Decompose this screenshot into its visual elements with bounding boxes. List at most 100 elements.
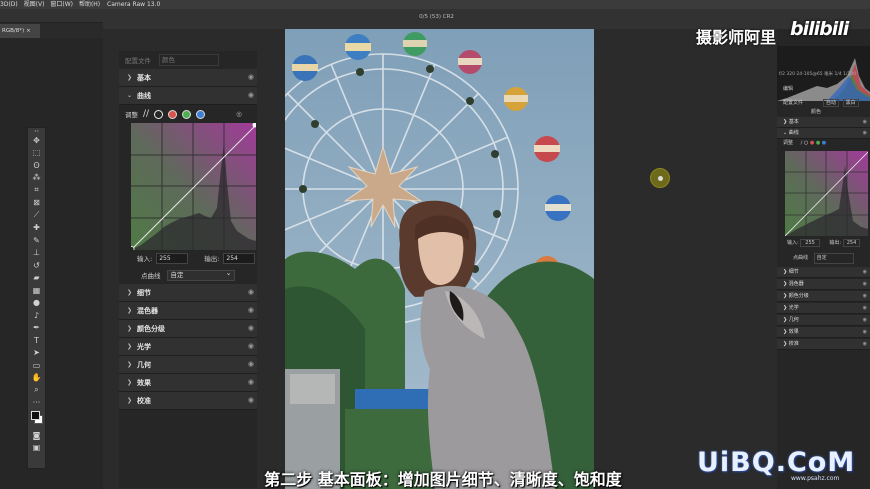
eye-icon[interactable]: ◉ [248, 324, 254, 332]
eye-icon[interactable]: ◉ [863, 128, 867, 139]
eyedropper-icon[interactable]: ⟋ [28, 209, 45, 222]
path-select-icon[interactable]: ➤ [28, 347, 45, 360]
eye-icon[interactable]: ◉ [248, 288, 254, 296]
curve-channel-row: 调整 ∕∕ ◎ [119, 105, 257, 123]
input-field[interactable]: 255 [156, 252, 189, 264]
pen-icon[interactable]: ✒ [28, 322, 45, 335]
section-optics[interactable]: ❯ 光学 ◉ [119, 338, 257, 356]
section-mixer[interactable]: ❯ 混色器 ◉ [119, 302, 257, 320]
eye-icon[interactable]: ◉ [248, 91, 254, 99]
parametric-curve-icon[interactable]: ∕∕ [143, 109, 149, 119]
rp-section-color-grading[interactable]: ❯ 颜色分级 ◉ [777, 291, 870, 302]
rp-section-calibration[interactable]: ❯ 校准 ◉ [777, 339, 870, 350]
point-curve-select[interactable]: 自定 [166, 269, 235, 281]
section-curve-label: 曲线 [137, 91, 151, 100]
point-curve-label: 点曲线 [141, 272, 161, 280]
eye-icon[interactable]: ◉ [863, 303, 867, 314]
input-label: 输入: [137, 255, 153, 263]
eye-icon[interactable]: ◉ [248, 396, 254, 404]
bw-button[interactable]: 黑白 [842, 99, 859, 107]
section-geometry[interactable]: ❯ 几何 ◉ [119, 356, 257, 374]
section-effects[interactable]: ❯ 效果 ◉ [119, 374, 257, 392]
section-calibration[interactable]: ❯ 校准 ◉ [119, 392, 257, 410]
channel-green-dot[interactable] [182, 109, 192, 119]
eye-icon[interactable]: ◉ [863, 327, 867, 338]
marquee-icon[interactable]: ⬚ [28, 147, 45, 160]
stamp-icon[interactable]: ⊥ [28, 247, 45, 260]
channel-rgb-dot[interactable] [154, 109, 164, 119]
rp-section-optics[interactable]: ❯ 光学 ◉ [777, 303, 870, 314]
rp-adjust-label: 调整 [783, 140, 794, 146]
shape-icon[interactable]: ▭ [28, 359, 45, 372]
color-swatches[interactable] [28, 409, 45, 429]
section-color-grading[interactable]: ❯ 颜色分级 ◉ [119, 320, 257, 338]
eye-icon[interactable]: ◉ [248, 378, 254, 386]
gradient-icon[interactable]: ▦ [28, 284, 45, 297]
hand-icon[interactable]: ✋ [28, 372, 45, 385]
foreground-color-swatch[interactable] [31, 411, 40, 420]
eye-icon[interactable]: ◉ [863, 279, 867, 290]
rp-tone-curve-svg[interactable] [784, 151, 869, 237]
type-icon[interactable]: T [28, 334, 45, 347]
chevron-right-icon: ❯ [127, 379, 133, 386]
dodge-icon[interactable]: ♪ [28, 309, 45, 322]
chevron-right-icon: ❯ [127, 397, 133, 404]
menu-3d[interactable]: 3D(D) [0, 1, 18, 8]
lasso-icon[interactable]: ʘ [28, 159, 45, 172]
profile-select[interactable]: 颜色 [159, 54, 219, 66]
quick-mask-icon[interactable]: ◙ [28, 429, 45, 442]
rp-input-field[interactable]: 255 [800, 239, 820, 247]
move-icon[interactable]: ✥ [28, 134, 45, 147]
zoom-icon[interactable]: ⌕ [28, 384, 45, 397]
output-field[interactable]: 254 [223, 252, 256, 264]
blur-icon[interactable]: ● [28, 297, 45, 310]
screen-mode-icon[interactable]: ▣ [28, 442, 45, 455]
section-basic[interactable]: ❯ 基本 ◉ [119, 69, 257, 87]
image-preview[interactable] [285, 29, 594, 489]
menu-help[interactable]: 帮助(H) [79, 1, 100, 8]
section-curve[interactable]: ⌄ 曲线 ◉ [119, 87, 257, 105]
eye-icon[interactable]: ◉ [248, 360, 254, 368]
channel-blue-dot[interactable] [196, 109, 206, 119]
rp-section-curve[interactable]: ⌄ 曲线 ◉ [777, 128, 870, 139]
menu-window[interactable]: 窗口(W) [50, 1, 73, 8]
eye-icon[interactable]: ◉ [863, 315, 867, 326]
menu-view[interactable]: 视图(V) [24, 1, 45, 8]
eye-icon[interactable]: ◉ [863, 291, 867, 302]
magic-wand-icon[interactable]: ⁂ [28, 172, 45, 185]
brush-icon[interactable]: ✎ [28, 234, 45, 247]
target-adjust-icon[interactable]: ◎ [236, 110, 242, 118]
document-tab[interactable]: RGB/8*) × [0, 24, 40, 38]
rp-output-field[interactable]: 254 [842, 239, 861, 247]
eraser-icon[interactable]: ▰ [28, 272, 45, 285]
tone-curve-svg[interactable] [128, 122, 258, 252]
frame-icon[interactable]: ⊠ [28, 197, 45, 210]
crop-icon[interactable]: ⌗ [28, 184, 45, 197]
rp-tone-curve[interactable] [784, 151, 869, 237]
eye-icon[interactable]: ◉ [863, 117, 867, 128]
close-icon[interactable]: × [26, 28, 31, 34]
rp-channel-dots[interactable]: ∕ ○ ● ● ● [801, 140, 827, 146]
eye-icon[interactable]: ◉ [863, 267, 867, 278]
rp-section-effects[interactable]: ❯ 效果 ◉ [777, 327, 870, 338]
healing-icon[interactable]: ✚ [28, 222, 45, 235]
rp-section-detail[interactable]: ❯ 细节 ◉ [777, 267, 870, 278]
rp-input-label: 输入: [787, 240, 799, 246]
rp-section-geometry[interactable]: ❯ 几何 ◉ [777, 315, 870, 326]
more-icon[interactable]: ··· [28, 397, 45, 410]
eye-icon[interactable]: ◉ [248, 342, 254, 350]
channel-red-dot[interactable] [168, 109, 178, 119]
rp-section-basic[interactable]: ❯ 基本 ◉ [777, 117, 870, 128]
camera-raw-right-area [594, 29, 777, 489]
tone-curve-graph[interactable] [128, 122, 258, 252]
eye-icon[interactable]: ◉ [248, 73, 254, 81]
auto-button[interactable]: 自动 [823, 99, 840, 107]
history-brush-icon[interactable]: ↺ [28, 259, 45, 272]
section-detail[interactable]: ❯ 细节 ◉ [119, 284, 257, 302]
profile-select-small[interactable]: 颜色 [811, 109, 821, 115]
rp-point-curve-select[interactable]: 自定 [813, 253, 854, 264]
rp-section-mixer[interactable]: ❯ 混色器 ◉ [777, 279, 870, 290]
window-title: Camera Raw 13.0 [107, 1, 161, 8]
eye-icon[interactable]: ◉ [248, 306, 254, 314]
eye-icon[interactable]: ◉ [863, 339, 867, 350]
